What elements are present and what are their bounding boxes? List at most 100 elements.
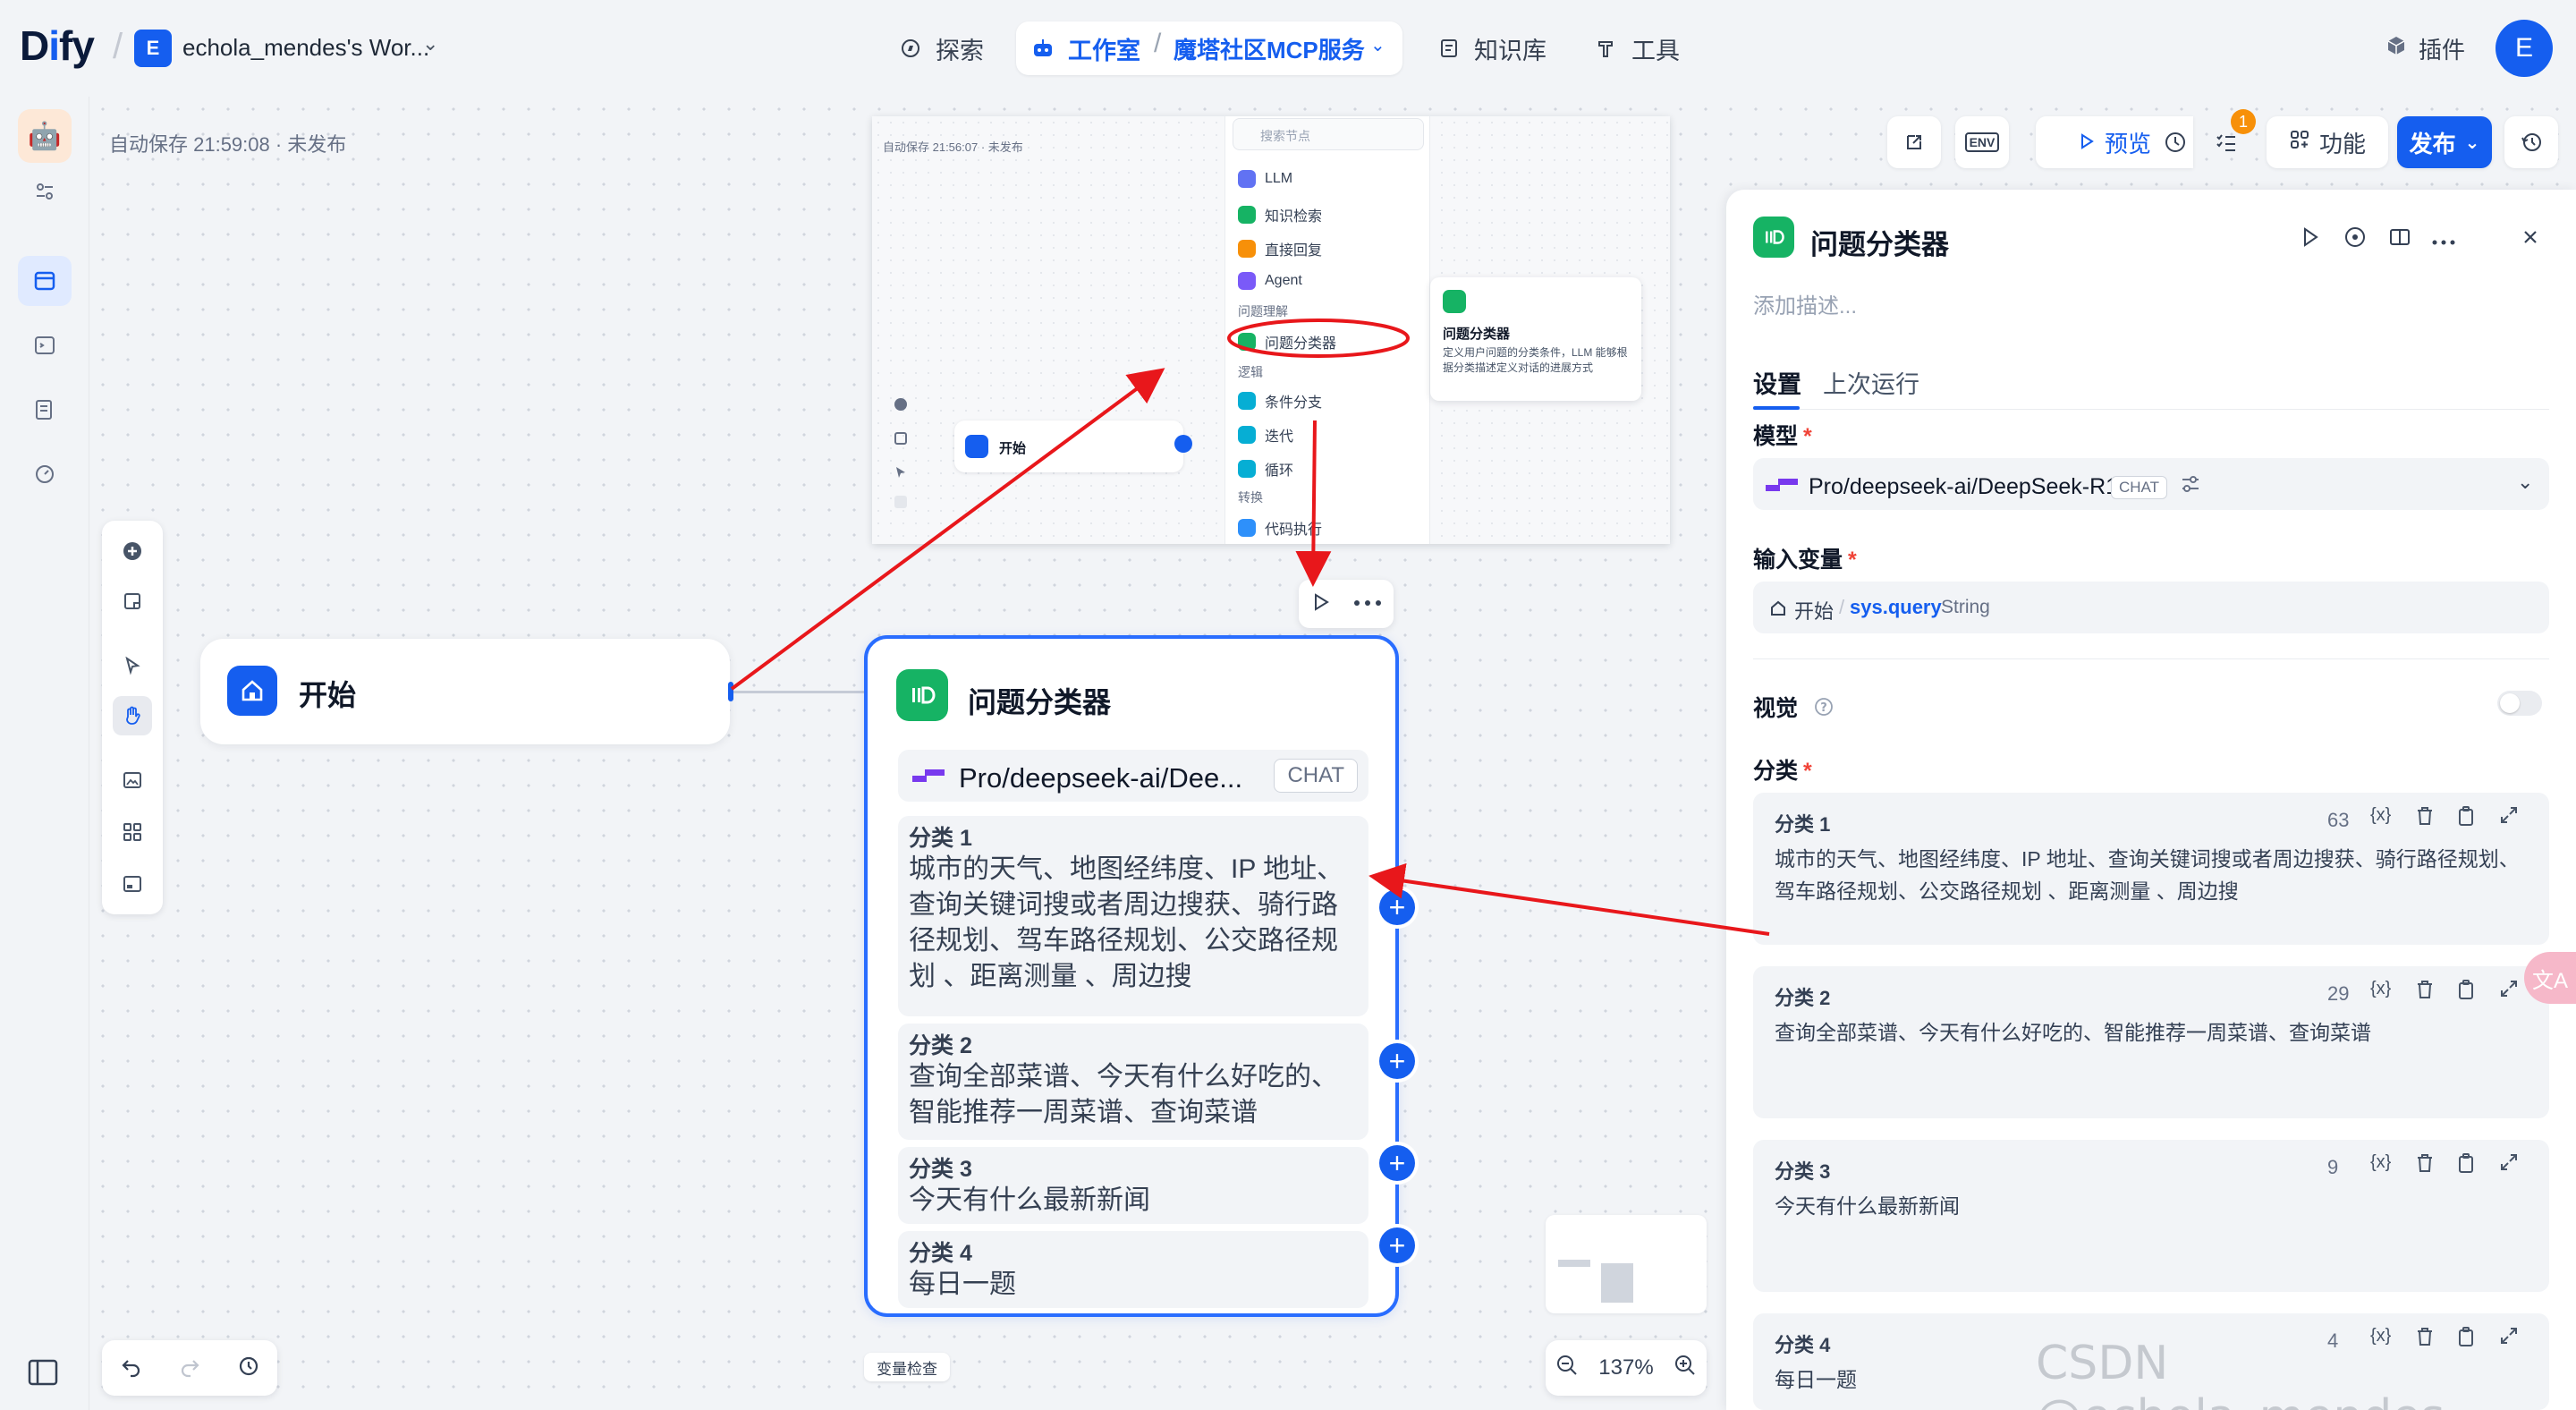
panel-title[interactable]: 问题分类器 — [1810, 222, 1949, 262]
chevron-down-icon[interactable]: ⌄ — [422, 32, 438, 55]
zoom-out-icon[interactable] — [1555, 1354, 1579, 1383]
dify-logo[interactable]: Dify — [20, 21, 95, 70]
variable-insert-icon[interactable]: {x} — [2370, 1152, 2391, 1173]
panel-class-1[interactable]: 分类 1 63 {x} 城市的天气、地图经纬度、IP 地址、查询关键词搜或者周边… — [1753, 793, 2549, 945]
panel-class-2[interactable]: 分类 2 29 {x} 查询全部菜谱、今天有什么好吃的、智能推荐一周菜谱、查询菜… — [1753, 966, 2549, 1118]
home-icon — [965, 435, 988, 458]
input-variable-field[interactable]: 开始 / sys.query String — [1753, 582, 2549, 633]
vision-toggle[interactable] — [2497, 691, 2542, 716]
workflow-edge[interactable] — [733, 691, 866, 693]
node-quick-tools — [1299, 580, 1394, 628]
nav-tools[interactable]: 工具 — [1594, 29, 1680, 68]
delete-icon[interactable] — [2415, 805, 2435, 831]
delete-icon[interactable] — [2415, 1152, 2435, 1178]
workspace-name[interactable]: echola_mendes's Wor... — [182, 34, 429, 62]
add-node-icon[interactable] — [113, 531, 152, 571]
vision-label: 视觉 ? — [1753, 691, 1835, 724]
minimap[interactable] — [1546, 1215, 1707, 1313]
class-4-add-handle-icon[interactable]: + — [1379, 1227, 1415, 1263]
nav-explore-label: 探索 — [936, 37, 984, 64]
orchestrate-icon[interactable] — [18, 256, 72, 306]
undo-icon[interactable] — [120, 1355, 143, 1382]
features-button[interactable]: 功能 — [2267, 116, 2388, 168]
version-history-icon[interactable] — [2504, 116, 2558, 168]
expand-icon[interactable] — [2499, 979, 2519, 1003]
expand-icon[interactable] — [2499, 805, 2519, 829]
nav-knowledge[interactable]: 知识库 — [1436, 29, 1546, 68]
start-node[interactable]: 开始 — [200, 639, 730, 744]
help-icon[interactable]: ? — [1813, 696, 1835, 724]
export-image-icon[interactable] — [113, 760, 152, 800]
sidebar-toggle-icon[interactable] — [27, 1358, 63, 1390]
inset-start-node: 开始 — [954, 420, 1183, 472]
help-target-icon[interactable] — [2343, 225, 2367, 253]
model-selector[interactable]: Pro/deepseek-ai/DeepSeek-R1 CHAT ⌄ — [1753, 458, 2549, 510]
class-label: 分类 2 — [909, 1033, 972, 1058]
minimap-toggle-icon[interactable] — [113, 864, 152, 904]
nav-app-name[interactable]: 魔塔社区MCP服务 — [1174, 32, 1365, 65]
chevron-down-icon[interactable]: ⌄ — [2517, 471, 2533, 494]
more-icon[interactable] — [1352, 596, 1383, 612]
logs-icon[interactable] — [18, 385, 72, 435]
redo-icon[interactable] — [178, 1355, 201, 1382]
zoom-level[interactable]: 137% — [1598, 1355, 1653, 1380]
hand-icon[interactable] — [113, 696, 152, 735]
more-icon[interactable] — [2431, 234, 2456, 251]
app-robot-icon[interactable]: 🤖 — [18, 109, 72, 163]
classifier-class-4[interactable]: 分类 4 每日一题 — [898, 1231, 1368, 1308]
class-3-add-handle-icon[interactable]: + — [1379, 1145, 1415, 1181]
monitor-gauge-icon[interactable] — [18, 449, 72, 499]
class-1-add-handle-icon[interactable]: + — [1379, 889, 1415, 925]
classifier-class-2[interactable]: 分类 2 查询全部菜谱、今天有什么好吃的、智能推荐一周菜谱、查询菜谱 — [898, 1024, 1368, 1140]
history-icon[interactable] — [236, 1355, 259, 1382]
share-icon[interactable] — [1887, 116, 1941, 168]
organize-blocks-icon[interactable] — [113, 812, 152, 852]
compass-icon — [898, 36, 923, 61]
chevron-down-icon[interactable]: ⌄ — [1370, 34, 1385, 56]
copy-icon[interactable] — [2456, 979, 2476, 1005]
start-node-source-handle[interactable] — [728, 682, 733, 701]
pointer-icon[interactable] — [113, 646, 152, 685]
run-node-icon[interactable] — [2299, 225, 2322, 253]
tab-last-run[interactable]: 上次运行 — [1823, 365, 1919, 400]
plugins-button[interactable]: 插件 — [2385, 32, 2465, 65]
copy-icon[interactable] — [2456, 1152, 2476, 1178]
variable-insert-icon[interactable]: {x} — [2370, 805, 2391, 826]
question-classifier-node[interactable]: 问题分类器 Pro/deepseek-ai/Dee... CHAT 分类 1 城… — [864, 635, 1399, 1317]
classifier-class-3[interactable]: 分类 3 今天有什么最新新闻 — [898, 1147, 1368, 1224]
iteration-icon — [1238, 426, 1256, 444]
nav-studio[interactable]: 工作室 — [1030, 29, 1140, 68]
play-icon[interactable] — [1309, 591, 1331, 617]
minimap-node — [1601, 1263, 1633, 1303]
zoom-in-icon[interactable] — [1674, 1354, 1697, 1383]
tab-settings[interactable]: 设置 — [1753, 365, 1801, 400]
translate-side-tab[interactable]: 文A — [2524, 952, 2576, 1004]
home-icon — [227, 666, 277, 716]
variable-insert-icon[interactable]: {x} — [2370, 979, 2391, 999]
env-button[interactable]: ENV — [1955, 116, 2009, 168]
class-char-count: 29 — [2327, 982, 2350, 1005]
user-avatar[interactable]: E — [2496, 20, 2553, 77]
run-history-icon[interactable] — [2154, 116, 2197, 168]
add-note-icon[interactable] — [113, 582, 152, 621]
workspace-badge[interactable]: E — [134, 30, 172, 67]
nav-explore[interactable]: 探索 — [898, 29, 984, 68]
inset-tooltip-title: 问题分类器 — [1443, 327, 1511, 342]
panel-class-3[interactable]: 分类 3 9 {x} 今天有什么最新新闻 — [1753, 1140, 2549, 1292]
classifier-model-chip[interactable]: Pro/deepseek-ai/Dee... CHAT — [898, 750, 1368, 802]
publish-button[interactable]: 发布 ⌄ — [2397, 116, 2492, 168]
variable-inspect-button[interactable]: 变量检查 — [864, 1353, 950, 1381]
expand-icon[interactable] — [2499, 1152, 2519, 1176]
copy-icon[interactable] — [2456, 805, 2476, 831]
inset-node-menu: 搜索节点 LLM 知识检索 直接回复 Agent 问题理解 问题分类器 逻辑 条… — [1224, 116, 1430, 544]
settings-sliders-icon[interactable] — [18, 166, 72, 217]
close-icon[interactable] — [2521, 227, 2540, 251]
classifier-class-1[interactable]: 分类 1 城市的天气、地图经纬度、IP 地址、查询关键词搜或者周边搜获、骑行路径… — [898, 816, 1368, 1016]
terminal-icon[interactable] — [18, 320, 72, 370]
class-2-add-handle-icon[interactable]: + — [1379, 1043, 1415, 1079]
delete-icon[interactable] — [2415, 979, 2435, 1005]
panel-description-input[interactable]: 添加描述... — [1753, 288, 1857, 319]
top-bar: Dify / E echola_mendes's Wor... ⌄ 探索 工作室… — [0, 0, 2576, 97]
model-params-icon[interactable] — [2179, 472, 2202, 500]
docs-book-icon[interactable] — [2388, 225, 2411, 253]
